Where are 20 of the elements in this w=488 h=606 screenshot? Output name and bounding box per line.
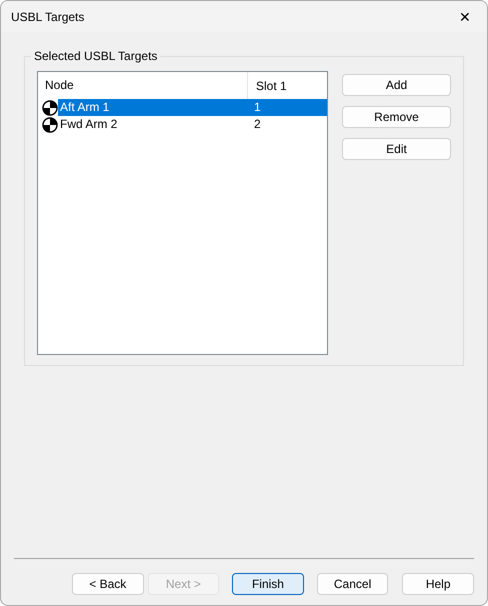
wizard-button[interactable]: < Back — [72, 573, 144, 595]
group-title: Selected USBL Targets — [31, 49, 160, 63]
close-button[interactable]: ✕ — [443, 1, 487, 32]
slot-cell: 1 — [250, 99, 327, 116]
list-row[interactable]: Aft Arm 1 1 — [38, 99, 327, 116]
wizard-button[interactable]: Finish — [232, 573, 304, 595]
wizard-button[interactable]: Cancel — [316, 573, 388, 595]
target-node-icon — [42, 116, 58, 132]
window-title: USBL Targets — [11, 10, 84, 24]
node-cell-text: Fwd Arm 2 — [59, 116, 118, 133]
action-button[interactable]: Add — [342, 74, 451, 96]
column-header[interactable]: Slot 1 — [248, 78, 287, 92]
action-button[interactable]: Remove — [342, 106, 451, 128]
node-cell: Aft Arm 1 — [58, 99, 250, 116]
target-list[interactable]: Node Slot 1 Aft Arm 1 1 Fwd Arm 2 2 — [37, 71, 328, 355]
slot-cell-text: 2 — [253, 116, 262, 133]
wizard-button[interactable]: Help — [402, 573, 474, 595]
list-row[interactable]: Fwd Arm 2 2 — [38, 116, 327, 133]
action-button[interactable]: Edit — [342, 138, 451, 160]
target-node-icon — [42, 100, 58, 116]
